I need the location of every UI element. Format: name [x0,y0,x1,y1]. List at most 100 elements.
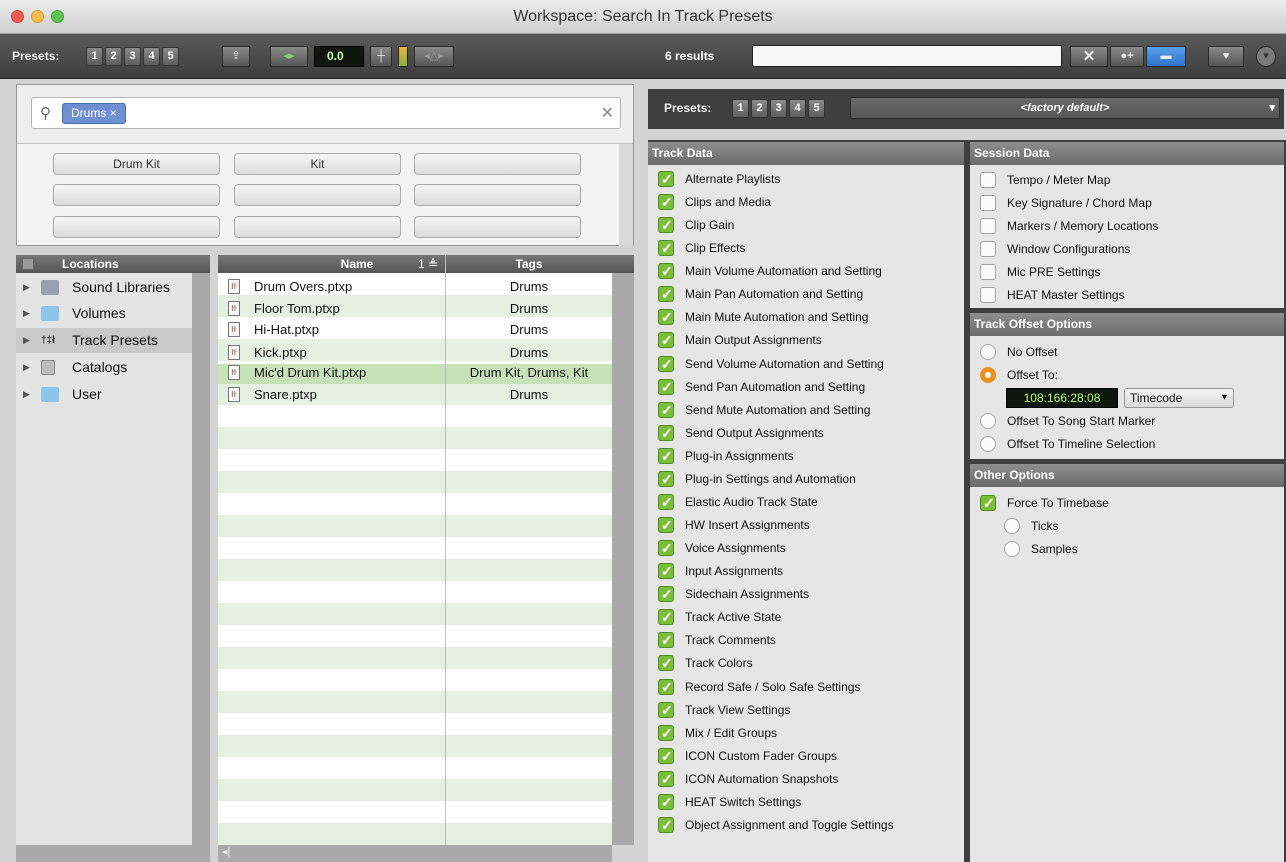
track-data-checkbox[interactable] [658,239,674,257]
file-row[interactable]: ŀŀ Drum Overs.ptxp Drums [218,278,612,296]
disclosure-triangle-icon[interactable]: ▶ [23,355,30,380]
track-data-checkbox[interactable] [658,654,674,672]
tag-search-input[interactable]: ⚲ Drums × ✕ [31,97,621,129]
tag-button-empty[interactable] [234,216,401,238]
file-row[interactable]: ŀŀ Snare.ptxp Drums [218,386,612,404]
session-data-checkbox[interactable] [980,172,996,188]
favorite-heart-icon[interactable]: ♥ [1208,46,1244,67]
track-data-checkbox[interactable] [658,678,674,696]
tag-button-kit[interactable]: Kit [234,153,401,175]
audition-icon[interactable]: ◂▸ [270,46,308,67]
add-tag-icon[interactable]: ●+ [1110,46,1144,67]
location-volumes[interactable]: ▶ Volumes [16,301,192,326]
track-data-checkbox[interactable] [658,447,674,465]
track-data-checkbox[interactable] [658,193,674,211]
force-timebase-checkbox[interactable] [980,494,996,512]
track-data-checkbox[interactable] [658,470,674,488]
location-user[interactable]: ▶ User [16,382,192,407]
track-data-checkbox[interactable] [658,516,674,534]
location-catalogs[interactable]: ▶ Catalogs [16,355,192,380]
track-data-checkbox[interactable] [658,355,674,373]
tag-button-empty[interactable] [53,184,220,206]
search-token-drums[interactable]: Drums × [62,103,126,124]
factory-preset-dropdown[interactable]: <factory default> ▾ [850,97,1280,119]
session-data-checkbox[interactable] [980,241,996,257]
track-data-checkbox[interactable] [658,793,674,811]
track-data-checkbox[interactable] [658,331,674,349]
song-start-radio[interactable] [980,413,996,429]
tag-scrollbar[interactable] [619,144,633,246]
locations-header[interactable]: Locations [16,255,210,273]
session-data-checkbox[interactable] [980,264,996,280]
track-data-checkbox[interactable] [658,701,674,719]
samples-radio[interactable] [1004,541,1020,557]
fader-icon[interactable]: ┼ [370,46,392,67]
clear-search-field-icon[interactable]: ✕ [601,103,614,123]
timeline-selection-radio[interactable] [980,436,996,452]
file-row[interactable]: ŀŀ Floor Tom.ptxp Drums [218,300,612,318]
track-data-checkbox[interactable] [658,401,674,419]
right-preset-1-button[interactable]: 1 [732,99,749,118]
select-all-checkbox[interactable] [22,258,34,270]
tag-button-drum-kit[interactable]: Drum Kit [53,153,220,175]
right-preset-5-button[interactable]: 5 [808,99,825,118]
tag-button-empty[interactable] [414,153,581,175]
disclosure-triangle-icon[interactable]: ▶ [23,301,30,326]
track-data-checkbox[interactable] [658,608,674,626]
file-row-selected[interactable]: ŀŀ Mic'd Drum Kit.ptxp Drum Kit, Drums, Ki… [218,364,612,384]
locations-scrollbar[interactable] [192,273,210,845]
file-list-scrollbar[interactable] [612,273,634,845]
track-data-checkbox[interactable] [658,170,674,188]
track-data-checkbox[interactable] [658,747,674,765]
preset-2-button[interactable]: 2 [105,47,122,66]
timecode-format-select[interactable]: Timecode ▾ [1124,388,1234,408]
right-preset-2-button[interactable]: 2 [751,99,768,118]
track-data-checkbox[interactable] [658,631,674,649]
disclosure-triangle-icon[interactable]: ▶ [23,328,30,353]
track-data-checkbox[interactable] [658,216,674,234]
track-data-checkbox[interactable] [658,724,674,742]
disclosure-triangle-icon[interactable]: ▶ [23,382,30,407]
ticks-radio[interactable] [1004,518,1020,534]
track-data-checkbox[interactable] [658,262,674,280]
track-data-checkbox[interactable] [658,285,674,303]
track-data-checkbox[interactable] [658,493,674,511]
track-data-checkbox[interactable] [658,308,674,326]
volume-readout[interactable]: 0.0 [314,46,364,67]
track-data-checkbox[interactable] [658,562,674,580]
session-data-checkbox[interactable] [980,287,996,303]
preset-3-button[interactable]: 3 [124,47,141,66]
right-preset-4-button[interactable]: 4 [789,99,806,118]
preset-1-button[interactable]: 1 [86,47,103,66]
file-row[interactable]: ŀŀ Hi-Hat.ptxp Drums [218,321,612,339]
timecode-field[interactable]: 108:166:28:08 [1006,388,1118,408]
disclosure-triangle-icon[interactable]: ▶ [23,275,30,300]
track-data-checkbox[interactable] [658,770,674,788]
session-data-checkbox[interactable] [980,195,996,211]
name-column-header[interactable]: Name 1 ≜ [218,255,446,273]
track-data-checkbox[interactable] [658,539,674,557]
tag-toggle-icon[interactable]: ▬ [1146,46,1186,67]
right-preset-3-button[interactable]: 3 [770,99,787,118]
tag-button-empty[interactable] [414,216,581,238]
menu-chevron-down-icon[interactable]: ▾ [1256,46,1276,67]
tag-button-empty[interactable] [53,216,220,238]
location-sound-libraries[interactable]: ▶ Sound Libraries [16,275,192,300]
offset-to-radio[interactable] [980,367,996,383]
metronome-icon[interactable]: ◂△▸ [414,46,454,67]
location-track-presets[interactable]: ▶ †‡ł Track Presets [16,328,192,353]
session-data-checkbox[interactable] [980,218,996,234]
file-row[interactable]: ŀŀ Kick.ptxp Drums [218,344,612,362]
track-data-checkbox[interactable] [658,424,674,442]
collapse-panel-icon[interactable]: ◂| [222,845,230,858]
track-data-checkbox[interactable] [658,378,674,396]
import-icon[interactable]: ⇪ [222,46,250,67]
preset-4-button[interactable]: 4 [143,47,160,66]
tag-button-empty[interactable] [234,184,401,206]
track-data-checkbox[interactable] [658,816,674,834]
preset-5-button[interactable]: 5 [162,47,179,66]
tags-column-header[interactable]: Tags [446,255,612,273]
tag-button-empty[interactable] [414,184,581,206]
clear-search-icon[interactable]: ✕ [1070,46,1108,67]
no-offset-radio[interactable] [980,344,996,360]
